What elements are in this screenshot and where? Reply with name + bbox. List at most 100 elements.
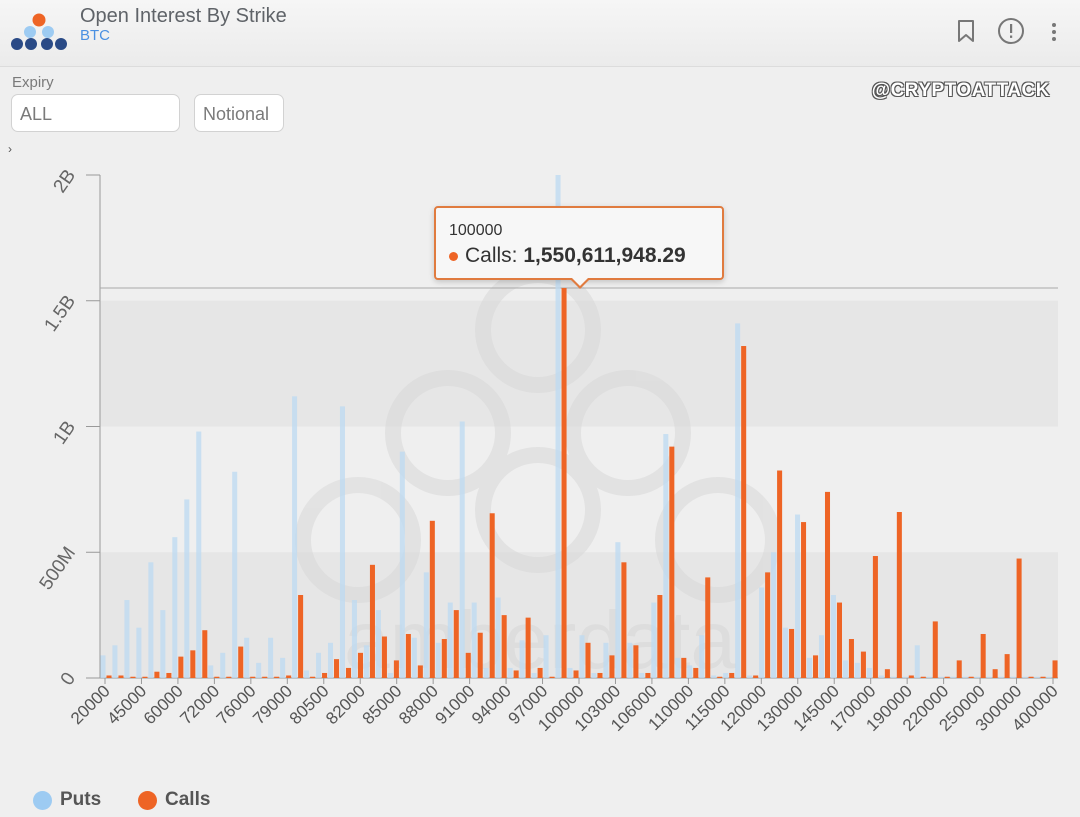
put-bar[interactable]: [280, 657, 286, 678]
call-bar[interactable]: [621, 562, 627, 678]
put-bar[interactable]: [208, 665, 214, 678]
put-bar[interactable]: [531, 672, 537, 678]
call-bar[interactable]: [286, 675, 292, 678]
call-bar[interactable]: [334, 659, 340, 678]
call-bar[interactable]: [393, 660, 399, 678]
call-bar[interactable]: [645, 672, 651, 678]
put-bar[interactable]: [735, 323, 741, 678]
put-bar[interactable]: [172, 537, 178, 678]
put-bar[interactable]: [519, 640, 525, 678]
call-bar[interactable]: [561, 288, 567, 678]
put-bar[interactable]: [818, 635, 824, 678]
call-bar[interactable]: [968, 676, 974, 678]
put-bar[interactable]: [292, 396, 298, 678]
call-bar[interactable]: [884, 669, 890, 678]
call-bar[interactable]: [357, 652, 363, 678]
call-bar[interactable]: [310, 676, 316, 678]
call-bar[interactable]: [202, 630, 208, 678]
call-bar[interactable]: [238, 646, 244, 678]
mode-select[interactable]: Notional: [194, 94, 284, 132]
call-bar[interactable]: [154, 671, 160, 678]
put-bar[interactable]: [375, 610, 381, 678]
call-bar[interactable]: [633, 645, 639, 678]
call-bar[interactable]: [693, 667, 699, 678]
call-bar[interactable]: [789, 628, 795, 678]
call-bar[interactable]: [1016, 558, 1022, 678]
call-bar[interactable]: [717, 676, 723, 678]
call-bar[interactable]: [1040, 676, 1046, 678]
put-bar[interactable]: [124, 600, 130, 678]
call-bar[interactable]: [1028, 676, 1034, 678]
legend-item-puts[interactable]: Puts: [33, 789, 101, 811]
put-bar[interactable]: [603, 642, 609, 678]
put-bar[interactable]: [220, 652, 226, 678]
call-bar[interactable]: [669, 446, 675, 678]
call-bar[interactable]: [932, 621, 938, 678]
call-bar[interactable]: [513, 670, 519, 678]
call-bar[interactable]: [549, 676, 555, 678]
call-bar[interactable]: [1004, 654, 1010, 678]
expiry-select[interactable]: ALL: [11, 94, 180, 132]
call-bar[interactable]: [765, 572, 771, 678]
call-bar[interactable]: [118, 675, 124, 678]
call-bar[interactable]: [226, 676, 232, 678]
call-bar[interactable]: [896, 512, 902, 678]
put-bar[interactable]: [100, 655, 106, 678]
call-bar[interactable]: [657, 595, 663, 678]
put-bar[interactable]: [759, 587, 765, 678]
put-bar[interactable]: [950, 676, 956, 678]
call-bar[interactable]: [908, 675, 914, 678]
call-bar[interactable]: [836, 602, 842, 678]
call-bar[interactable]: [429, 520, 435, 678]
call-bar[interactable]: [298, 595, 304, 678]
put-bar[interactable]: [711, 675, 717, 678]
call-bar[interactable]: [405, 633, 411, 678]
put-bar[interactable]: [411, 637, 417, 678]
put-bar[interactable]: [423, 572, 429, 678]
put-bar[interactable]: [184, 499, 190, 678]
put-bar[interactable]: [136, 627, 142, 678]
call-bar[interactable]: [106, 675, 112, 678]
call-bar[interactable]: [417, 665, 423, 678]
put-bar[interactable]: [723, 672, 729, 678]
call-bar[interactable]: [345, 667, 352, 678]
put-bar[interactable]: [1010, 676, 1016, 678]
call-bar[interactable]: [369, 564, 375, 678]
put-bar[interactable]: [687, 665, 693, 678]
put-bar[interactable]: [567, 667, 573, 678]
call-bar[interactable]: [609, 655, 615, 678]
put-bar[interactable]: [1034, 676, 1040, 678]
put-bar[interactable]: [148, 562, 154, 678]
call-bar[interactable]: [777, 470, 783, 678]
call-bar[interactable]: [597, 672, 603, 678]
put-bar[interactable]: [962, 676, 968, 678]
put-bar[interactable]: [842, 660, 848, 678]
call-bar[interactable]: [1052, 660, 1058, 678]
put-bar[interactable]: [783, 627, 789, 678]
put-bar[interactable]: [771, 552, 777, 678]
put-bar[interactable]: [890, 676, 896, 678]
call-bar[interactable]: [142, 676, 148, 678]
call-bar[interactable]: [214, 676, 220, 678]
put-bar[interactable]: [998, 676, 1004, 678]
put-bar[interactable]: [543, 635, 549, 678]
call-bar[interactable]: [944, 676, 950, 678]
call-bar[interactable]: [872, 556, 878, 678]
call-bar[interactable]: [729, 672, 735, 678]
call-bar[interactable]: [441, 639, 447, 678]
call-bar[interactable]: [956, 660, 962, 678]
put-bar[interactable]: [244, 637, 250, 678]
call-bar[interactable]: [824, 491, 831, 678]
put-bar[interactable]: [878, 675, 884, 678]
put-bar[interactable]: [1022, 676, 1028, 678]
put-bar[interactable]: [447, 602, 453, 678]
put-bar[interactable]: [256, 662, 262, 678]
asset-label[interactable]: BTC: [80, 27, 110, 44]
call-bar[interactable]: [741, 346, 747, 678]
call-bar[interactable]: [274, 676, 280, 678]
put-bar[interactable]: [615, 542, 621, 678]
call-bar[interactable]: [801, 522, 807, 678]
put-bar[interactable]: [663, 434, 669, 678]
call-bar[interactable]: [525, 617, 531, 678]
call-bar[interactable]: [190, 650, 196, 678]
